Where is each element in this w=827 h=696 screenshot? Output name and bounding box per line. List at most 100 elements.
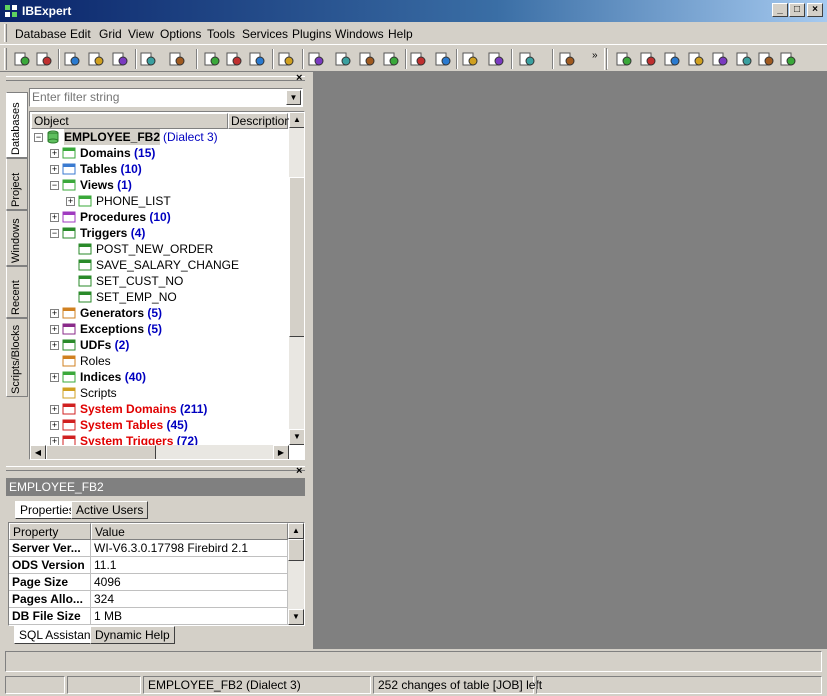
tree-node[interactable]: + System Tables (45) — [32, 417, 287, 433]
expand-icon[interactable]: + — [50, 325, 59, 334]
execute-icon[interactable] — [357, 49, 377, 69]
grant-manager-icon[interactable] — [276, 49, 296, 69]
tree-node[interactable]: + Indices (40) — [32, 369, 287, 385]
tree-node[interactable]: + Domains (15) — [32, 145, 287, 161]
tree-header-description[interactable]: Description — [228, 113, 291, 129]
disconnect-db-icon[interactable] — [86, 49, 106, 69]
scroll-thumb[interactable] — [289, 177, 304, 337]
tab-windows[interactable]: Windows — [6, 210, 28, 266]
tab-databases[interactable]: Databases — [6, 92, 28, 158]
tab-properties[interactable]: Properties — [15, 501, 80, 519]
new-domain-icon[interactable] — [614, 49, 634, 69]
new-exception-icon[interactable] — [756, 49, 776, 69]
expand-icon[interactable]: + — [50, 165, 59, 174]
splitter[interactable] — [6, 466, 305, 471]
tree-node[interactable]: + UDFs (2) — [32, 337, 287, 353]
tree-node[interactable]: − Views (1) — [32, 177, 287, 193]
expand-icon[interactable]: + — [50, 309, 59, 318]
grid-vscrollbar[interactable]: ▲ ▼ — [288, 523, 304, 625]
scroll-down-button[interactable]: ▼ — [289, 429, 304, 445]
new-script-icon[interactable] — [224, 49, 244, 69]
expand-icon[interactable]: + — [50, 213, 59, 222]
minimize-button[interactable]: _ — [772, 3, 788, 17]
expand-icon[interactable]: + — [50, 373, 59, 382]
menu-grid[interactable]: Grid — [99, 27, 122, 41]
filter-input[interactable] — [30, 89, 282, 104]
grid-value-cell[interactable]: 1 MB — [91, 608, 288, 625]
tree-node[interactable]: + System Domains (211) — [32, 401, 287, 417]
menu-tools[interactable]: Tools — [207, 27, 235, 41]
tree-node[interactable]: + Exceptions (5) — [32, 321, 287, 337]
connect-db-icon[interactable] — [62, 49, 82, 69]
menu-windows[interactable]: Windows — [335, 27, 384, 41]
menu-edit[interactable]: Edit — [70, 27, 91, 41]
tree-node[interactable]: SET_CUST_NO — [32, 273, 287, 289]
grid-property-cell[interactable]: Page Size — [9, 574, 91, 591]
tab-recent[interactable]: Recent — [6, 266, 28, 318]
grid-header-property[interactable]: Property — [9, 523, 91, 540]
database-tree[interactable]: Object Description − EMPLOYEE_FB2 (Diale… — [29, 111, 305, 460]
hash-icon[interactable] — [460, 49, 480, 69]
maximize-button[interactable]: □ — [789, 3, 805, 17]
open-file-icon[interactable] — [517, 49, 537, 69]
grid-property-cell[interactable]: DB File Size — [9, 608, 91, 625]
expand-icon[interactable]: + — [50, 405, 59, 414]
reconnect-icon[interactable] — [110, 49, 130, 69]
menu-help[interactable]: Help — [388, 27, 413, 41]
new-sql-editor-icon[interactable] — [202, 49, 222, 69]
tree-vscrollbar[interactable]: ▲ ▼ — [289, 112, 304, 445]
tree-hscrollbar[interactable]: ◀ ▶ — [30, 445, 289, 459]
tree-node[interactable]: + Procedures (10) — [32, 209, 287, 225]
grid-scroll-up-button[interactable]: ▲ — [288, 523, 304, 539]
tab-active-users[interactable]: Active Users — [71, 501, 149, 519]
grid-value-cell[interactable]: WI-V6.3.0.17798 Firebird 2.1 — [91, 540, 288, 557]
register-db-icon[interactable] — [12, 49, 32, 69]
sql-monitor-icon[interactable] — [247, 49, 267, 69]
tree-node[interactable]: Scripts — [32, 385, 287, 401]
tab-project[interactable]: Project — [6, 158, 28, 210]
menu-database[interactable]: Database — [15, 27, 66, 41]
new-trigger-icon[interactable] — [710, 49, 730, 69]
expand-icon[interactable]: + — [50, 341, 59, 350]
grid-property-cell[interactable]: ODS Version — [9, 557, 91, 574]
menu-plugins[interactable]: Plugins — [292, 27, 331, 41]
database-statistics-icon[interactable] — [306, 49, 326, 69]
tree-node[interactable]: POST_NEW_ORDER — [32, 241, 287, 257]
unregister-db-icon[interactable] — [34, 49, 54, 69]
menu-options[interactable]: Options — [160, 27, 201, 41]
menu-services[interactable]: Services — [242, 27, 288, 41]
close-explorer-icon[interactable]: × — [296, 72, 302, 84]
tree-node[interactable]: SET_EMP_NO — [32, 289, 287, 305]
new-table-icon[interactable] — [638, 49, 658, 69]
toolbar-overflow-icon[interactable]: » — [592, 49, 602, 69]
grid-value-cell[interactable]: 11.1 — [91, 557, 288, 574]
tab-sql-assistant[interactable]: SQL Assistant — [14, 626, 99, 644]
properties-grid[interactable]: Property Value Server Ver... WI-V6.3.0.17… — [8, 522, 305, 626]
grid-scroll-down-button[interactable]: ▼ — [288, 609, 304, 625]
new-procedure-icon[interactable] — [686, 49, 706, 69]
grid-scroll-thumb[interactable] — [288, 539, 304, 561]
grid-header-value[interactable]: Value — [91, 523, 288, 540]
print-icon[interactable] — [381, 49, 401, 69]
grid-value-cell[interactable]: 4096 — [91, 574, 288, 591]
scroll-right-button[interactable]: ▶ — [273, 445, 289, 459]
expand-icon[interactable]: + — [50, 149, 59, 158]
grid-property-cell[interactable]: Server Ver... — [9, 540, 91, 557]
exit-icon[interactable] — [167, 49, 187, 69]
tree-node[interactable]: − Triggers (4) — [32, 225, 287, 241]
root-collapse-icon[interactable]: − — [34, 133, 43, 142]
filter-dropdown-button[interactable]: ▼ — [286, 90, 301, 105]
tree-node[interactable]: SAVE_SALARY_CHANGE — [32, 257, 287, 273]
tree-node[interactable]: + Tables (10) — [32, 161, 287, 177]
extract-metadata-icon[interactable] — [333, 49, 353, 69]
close-props-icon[interactable]: × — [296, 465, 302, 477]
close-button[interactable]: × — [807, 3, 823, 17]
grid-value-cell[interactable]: 324 — [91, 591, 288, 608]
filter-combobox[interactable]: ▼ — [29, 88, 303, 107]
mdi-workspace[interactable] — [313, 72, 827, 649]
backup-icon[interactable] — [138, 49, 158, 69]
tree-node[interactable]: + PHONE_LIST — [32, 193, 287, 209]
users-icon[interactable] — [408, 49, 428, 69]
new-generator-icon[interactable] — [734, 49, 754, 69]
grid-property-cell[interactable]: Pages Allo... — [9, 591, 91, 608]
